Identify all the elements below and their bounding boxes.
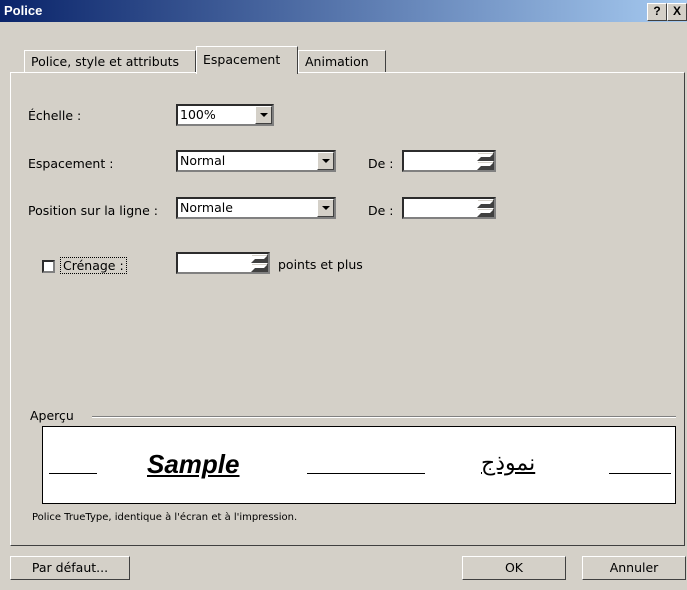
crenage-spinner[interactable] bbox=[176, 252, 270, 274]
spin-down-icon[interactable] bbox=[477, 161, 494, 170]
preview-note: Police TrueType, identique à l'écran et … bbox=[32, 512, 298, 523]
baseline-segment bbox=[49, 473, 97, 474]
espacement-label: Espacement : bbox=[28, 156, 114, 171]
baseline-segment bbox=[307, 473, 425, 474]
crenage-checkbox[interactable] bbox=[42, 260, 55, 273]
ok-button[interactable]: OK bbox=[462, 556, 566, 580]
sample-latin-text: Sample bbox=[147, 449, 240, 479]
default-button[interactable]: Par défaut... bbox=[10, 556, 130, 580]
cancel-button[interactable]: Annuler bbox=[582, 556, 686, 580]
preview-box: Sample نموذج bbox=[42, 426, 676, 504]
preview-group-line bbox=[92, 416, 676, 418]
spin-up-icon[interactable] bbox=[477, 152, 494, 161]
spin-down-icon[interactable] bbox=[477, 208, 494, 217]
espacement-de-label: De : bbox=[368, 156, 394, 171]
chevron-down-icon[interactable] bbox=[255, 106, 272, 124]
tab-animation[interactable]: Animation bbox=[298, 50, 386, 72]
position-de-label: De : bbox=[368, 203, 394, 218]
position-label: Position sur la ligne : bbox=[28, 203, 158, 218]
espacement-de-spinner[interactable] bbox=[402, 150, 496, 172]
echelle-label: Échelle : bbox=[28, 108, 82, 123]
preview-group-title: Aperçu bbox=[30, 408, 74, 423]
spin-up-icon[interactable] bbox=[251, 254, 268, 263]
espacement-dropdown[interactable]: Normal bbox=[176, 150, 336, 172]
window-title: Police bbox=[4, 3, 43, 18]
chevron-down-icon[interactable] bbox=[317, 199, 334, 217]
spinner-arrows[interactable] bbox=[477, 152, 494, 170]
help-button[interactable]: ? bbox=[647, 3, 667, 21]
baseline-segment bbox=[609, 473, 671, 474]
spinner-arrows[interactable] bbox=[251, 254, 268, 272]
tab-espacement[interactable]: Espacement bbox=[196, 46, 298, 74]
spinner-arrows[interactable] bbox=[477, 199, 494, 217]
position-de-spinner[interactable] bbox=[402, 197, 496, 219]
close-button[interactable]: X bbox=[667, 3, 687, 21]
crenage-suffix: points et plus bbox=[278, 257, 363, 272]
tab-police-style[interactable]: Police, style et attributs bbox=[24, 50, 196, 72]
crenage-label: Crénage : bbox=[60, 257, 127, 274]
chevron-down-icon[interactable] bbox=[317, 152, 334, 170]
title-bar: Police ? X bbox=[0, 0, 687, 22]
sample-arabic-text: نموذج bbox=[481, 451, 536, 476]
position-dropdown[interactable]: Normale bbox=[176, 197, 336, 219]
echelle-dropdown[interactable]: 100% bbox=[176, 104, 274, 126]
spin-up-icon[interactable] bbox=[477, 199, 494, 208]
spin-down-icon[interactable] bbox=[251, 263, 268, 272]
